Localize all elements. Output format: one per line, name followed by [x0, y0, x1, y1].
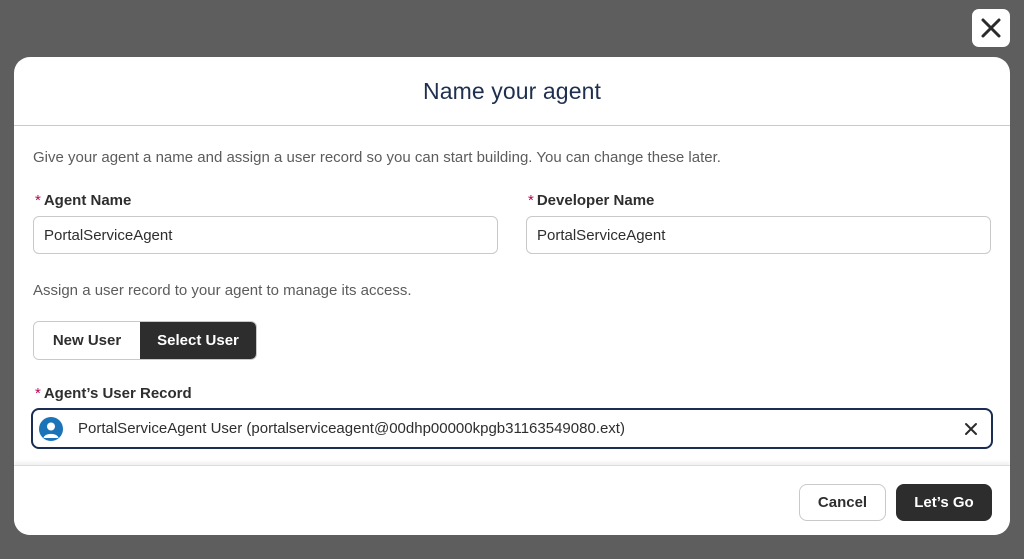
dialog-title: Name your agent: [423, 77, 601, 104]
developer-name-label-text: Developer Name: [536, 192, 655, 209]
user-record-label-text: Agent’s User Record: [43, 385, 192, 402]
developer-name-input[interactable]: [526, 216, 991, 254]
dialog-header: Name your agent: [14, 57, 1010, 126]
cancel-button[interactable]: Cancel: [799, 484, 886, 521]
dialog-intro-text: Give your agent a name and assign a user…: [33, 149, 721, 166]
name-agent-dialog: Name your agent Give your agent a name a…: [14, 57, 1010, 535]
agent-name-label: * Agent Name: [35, 192, 131, 209]
clear-selection-button[interactable]: [951, 422, 991, 436]
close-dialog-button[interactable]: [972, 9, 1010, 47]
user-avatar-icon: [39, 416, 63, 441]
agent-name-input[interactable]: [33, 216, 498, 254]
select-user-button[interactable]: Select User: [140, 322, 256, 359]
required-marker: *: [35, 192, 41, 209]
dialog-footer: Cancel Let’s Go: [14, 465, 1010, 535]
new-user-button[interactable]: New User: [34, 322, 141, 359]
required-marker: *: [528, 192, 534, 209]
agent-name-label-text: Agent Name: [43, 192, 132, 209]
user-record-lookup[interactable]: PortalServiceAgent User (portalserviceag…: [31, 408, 993, 449]
clear-icon: [965, 422, 977, 435]
user-record-label: * Agent’s User Record: [35, 385, 192, 402]
developer-name-label: * Developer Name: [528, 192, 654, 209]
user-type-toggle: New User Select User: [33, 321, 257, 360]
user-record-value: PortalServiceAgent User (portalserviceag…: [78, 420, 625, 437]
required-marker: *: [35, 385, 41, 402]
lets-go-button[interactable]: Let’s Go: [896, 484, 992, 521]
assign-user-text: Assign a user record to your agent to ma…: [33, 282, 412, 299]
close-icon: [981, 18, 1001, 38]
